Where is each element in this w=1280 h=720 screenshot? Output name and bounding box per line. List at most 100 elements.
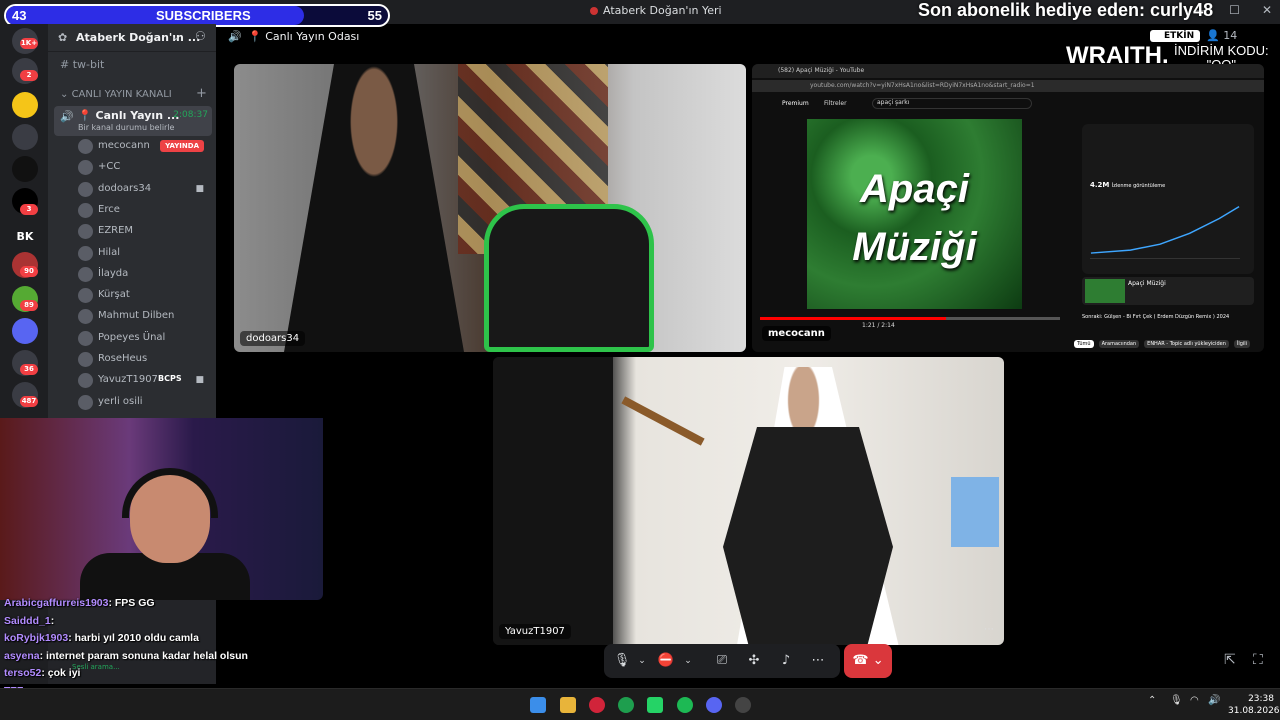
sub-goal-current: 43 bbox=[12, 8, 27, 23]
youtube-logo[interactable]: Premium bbox=[782, 100, 809, 107]
mic-tray-icon[interactable]: 🎙 bbox=[1170, 695, 1183, 706]
voice-member[interactable]: EZREM bbox=[78, 223, 208, 241]
opera-icon[interactable] bbox=[589, 697, 605, 713]
voice-member[interactable]: yerli osili bbox=[78, 394, 208, 412]
voice-member[interactable]: Hilal bbox=[78, 245, 208, 263]
chrome-icon[interactable] bbox=[618, 697, 634, 713]
avatar bbox=[78, 202, 93, 218]
voice-member[interactable]: dodoars34 ■ bbox=[78, 181, 208, 199]
call-channel-name: 📍 Canlı Yayın Odası bbox=[248, 30, 360, 43]
views-graph bbox=[1090, 206, 1240, 259]
volume-icon[interactable]: 🔊 bbox=[1208, 695, 1220, 706]
recommended-video[interactable]: Apaçi Müziği bbox=[1082, 277, 1254, 305]
video-tile-mecocann[interactable]: (582) Apaçi Müziği - YouTube youtube.com… bbox=[752, 64, 1264, 352]
video-progress[interactable] bbox=[760, 317, 1060, 320]
voice-member[interactable]: Kürşat bbox=[78, 287, 208, 305]
voice-member[interactable]: Popeyes Ünal bbox=[78, 330, 208, 348]
badge: 2 bbox=[20, 70, 38, 81]
maximize-icon[interactable]: ☐ bbox=[1229, 3, 1240, 17]
last-gift-text: Son abonelik hediye eden: curly48 bbox=[918, 0, 1214, 20]
server-bk[interactable]: BK bbox=[12, 224, 38, 250]
microphone-icon[interactable]: 🎙 bbox=[612, 651, 632, 671]
add-channel-icon[interactable]: + bbox=[196, 86, 207, 101]
member-tag: BCPS bbox=[158, 374, 182, 384]
badge: 3 bbox=[20, 204, 38, 215]
popout-icon[interactable]: ⇱ bbox=[1224, 652, 1236, 668]
more-options-icon[interactable]: ⋯ bbox=[808, 651, 828, 671]
chip[interactable]: ENHAR - Topic adlı yükleyiciden bbox=[1144, 340, 1229, 348]
video-time: 1:21 / 2:14 bbox=[862, 322, 895, 329]
chip[interactable]: İlgili bbox=[1233, 340, 1251, 348]
taskbar-clock[interactable]: 23:38 31.08.2026 bbox=[1228, 693, 1280, 717]
add-member-icon[interactable]: ⚇ bbox=[195, 29, 206, 43]
voice-channel-timer: 2:08:37 bbox=[173, 110, 208, 120]
activities-icon[interactable]: ✣ bbox=[744, 651, 764, 671]
next-video[interactable]: Sonraki: Gülşen - Bi Fırt Çek ( Erdem Dü… bbox=[1082, 314, 1254, 320]
filters-button[interactable]: Filtreler bbox=[824, 100, 847, 107]
browser-tab[interactable]: (582) Apaçi Müziği - YouTube bbox=[778, 67, 864, 74]
server-avatar[interactable] bbox=[12, 92, 38, 118]
live-badge[interactable]: YAYINDA bbox=[160, 140, 204, 152]
voice-member[interactable]: YavuzT1907 BCPS ■ bbox=[78, 372, 208, 390]
voice-member[interactable]: Erce bbox=[78, 202, 208, 220]
tray-chevron-icon[interactable]: ⌃ bbox=[1148, 695, 1156, 706]
chat-message: terso52: çok iyi bbox=[4, 667, 80, 679]
channel-category[interactable]: ⌄ CANLI YAYIN KANALI bbox=[60, 89, 172, 100]
activity-badge[interactable]: ETKİN bbox=[1150, 30, 1201, 42]
chip-bar: Tümü Aramacıından ENHAR - Topic adlı yük… bbox=[1074, 340, 1251, 348]
discord-icon[interactable] bbox=[706, 697, 722, 713]
chevron-down-icon[interactable]: ⌄ bbox=[632, 651, 652, 671]
video-tile-yavuzt1907[interactable]: YavuzT1907 ⋯ bbox=[493, 357, 1004, 645]
chip[interactable]: Aramacıından bbox=[1098, 340, 1140, 348]
fullscreen-icon[interactable]: ⛶ bbox=[1253, 652, 1263, 668]
chevron-down-icon[interactable]: ⌄ bbox=[678, 651, 698, 671]
soundboard-icon[interactable]: ♪ bbox=[776, 651, 796, 671]
wifi-icon[interactable]: ◠ bbox=[1190, 695, 1199, 706]
chat-username: koRybjk1903 bbox=[4, 632, 69, 644]
participant-video bbox=[284, 64, 464, 352]
close-icon[interactable]: ✕ bbox=[1262, 3, 1272, 17]
youtube-player[interactable]: Apaçi Müziği bbox=[807, 119, 1022, 309]
browser-url[interactable]: youtube.com/watch?v=yiN7xHsA1no&list=RDy… bbox=[810, 82, 1035, 89]
voice-channel-active[interactable]: 🔊 📍 Canlı Yayın ... 2:08:37 Bir kanal du… bbox=[54, 106, 212, 136]
whatsapp-icon[interactable] bbox=[647, 697, 663, 713]
avatar bbox=[78, 139, 93, 154]
chat-message: koRybjk1903: harbi yıl 2010 oldu camla bbox=[4, 632, 199, 644]
video-tile-dodoars34[interactable]: dodoars34 bbox=[234, 64, 746, 352]
more-icon[interactable]: ⋯ bbox=[984, 624, 994, 635]
chip[interactable]: Tümü bbox=[1074, 340, 1094, 348]
voice-member[interactable]: mecocann YAYINDA bbox=[78, 138, 208, 156]
recommended-title: Apaçi Müziği bbox=[1128, 280, 1166, 287]
voice-member[interactable]: İlayda bbox=[78, 266, 208, 284]
text-channel[interactable]: # tw-bit bbox=[60, 58, 104, 71]
camera-icon: ■ bbox=[195, 183, 204, 194]
file-explorer-icon[interactable] bbox=[560, 697, 576, 713]
server-avatar[interactable] bbox=[12, 318, 38, 344]
server-avatar[interactable] bbox=[12, 156, 38, 182]
chevron-down-icon[interactable]: ⌄ bbox=[171, 30, 180, 43]
call-controls: 🎙 ⌄ ⛔ ⌄ ⎚ ✣ ♪ ⋯ bbox=[604, 644, 840, 678]
windows-taskbar: ⌃ 🎙 ◠ 🔊 23:38 31.08.2026 bbox=[0, 688, 1280, 720]
camera-off-icon[interactable]: ⛔ bbox=[656, 651, 676, 671]
voice-member[interactable]: Mahmut Dilben bbox=[78, 308, 208, 326]
voice-member[interactable]: RoseHeus bbox=[78, 351, 208, 369]
thumbnail bbox=[1085, 279, 1125, 303]
voice-channel-status[interactable]: Bir kanal durumu belirle bbox=[78, 123, 174, 132]
server-avatar[interactable] bbox=[12, 124, 38, 150]
server-header[interactable]: ✿ Ataberk Doğan'ın ... ⌄ ⚇ bbox=[48, 24, 216, 52]
disconnect-button[interactable]: ☎ ⌄ bbox=[844, 644, 892, 678]
chat-text: : bbox=[50, 614, 55, 627]
spotify-icon[interactable] bbox=[677, 697, 693, 713]
chat-text: : FPS GG bbox=[108, 597, 155, 609]
chat-message: Arabicgaffurreis1903: FPS GG bbox=[4, 597, 155, 609]
tile-label: dodoars34 bbox=[240, 331, 306, 346]
sub-goal-target: 55 bbox=[367, 8, 382, 23]
youtube-search[interactable]: apaçi şarkı bbox=[872, 98, 1032, 109]
obs-icon[interactable] bbox=[735, 697, 751, 713]
curtain bbox=[493, 357, 613, 645]
start-icon[interactable] bbox=[530, 697, 546, 713]
avatar bbox=[78, 181, 93, 197]
avatar bbox=[78, 224, 93, 240]
voice-member[interactable]: +CC bbox=[78, 159, 208, 177]
screen-share-icon[interactable]: ⎚ bbox=[712, 651, 732, 671]
